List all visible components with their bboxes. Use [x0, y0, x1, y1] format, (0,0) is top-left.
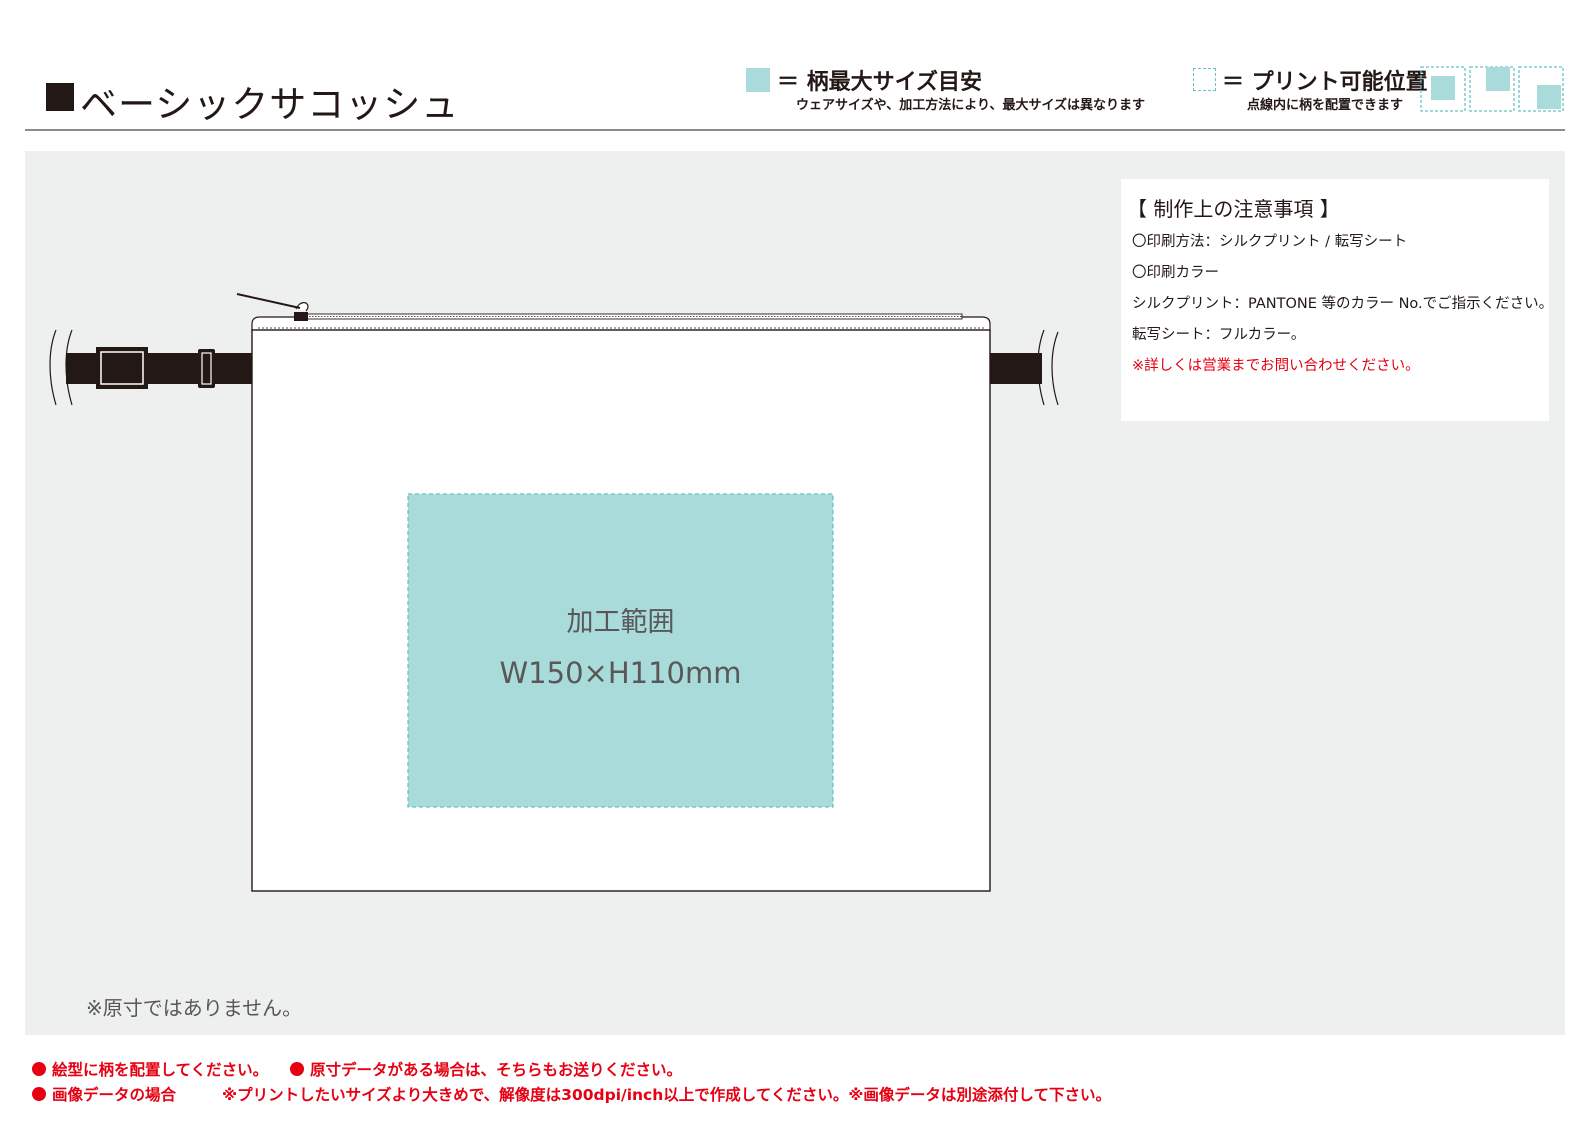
footer-note-image-data: 画像データの場合 — [32, 1083, 176, 1105]
bullet-icon — [290, 1062, 304, 1076]
not-actual-size-note: ※原寸ではありません。 — [86, 996, 303, 1020]
print-area-label: 加工範囲 — [566, 607, 675, 638]
footer-note-resolution: ※プリントしたいサイズより大きめで、解像度は300dpi/inch以上で作成して… — [222, 1086, 1111, 1104]
footer-note-place-design: 絵型に柄を配置してください。 — [32, 1058, 268, 1080]
right-strap — [990, 329, 1059, 406]
footer-note-image-data-text: 画像データの場合 — [52, 1086, 177, 1104]
footer-note-original-data: 原寸データがある場合は、そちらもお送りください。 — [290, 1058, 682, 1080]
bullet-icon — [32, 1087, 46, 1101]
sacoche-illustration — [49, 293, 1059, 892]
footer-note-place-design-text: 絵型に柄を配置してください。 — [52, 1061, 269, 1079]
max-print-area — [407, 493, 834, 808]
bullet-icon — [32, 1062, 46, 1076]
left-strap — [49, 329, 252, 406]
footer-note-original-data-text: 原寸データがある場合は、そちらもお送りください。 — [310, 1061, 683, 1079]
print-area-size: W150×H110mm — [499, 656, 742, 690]
